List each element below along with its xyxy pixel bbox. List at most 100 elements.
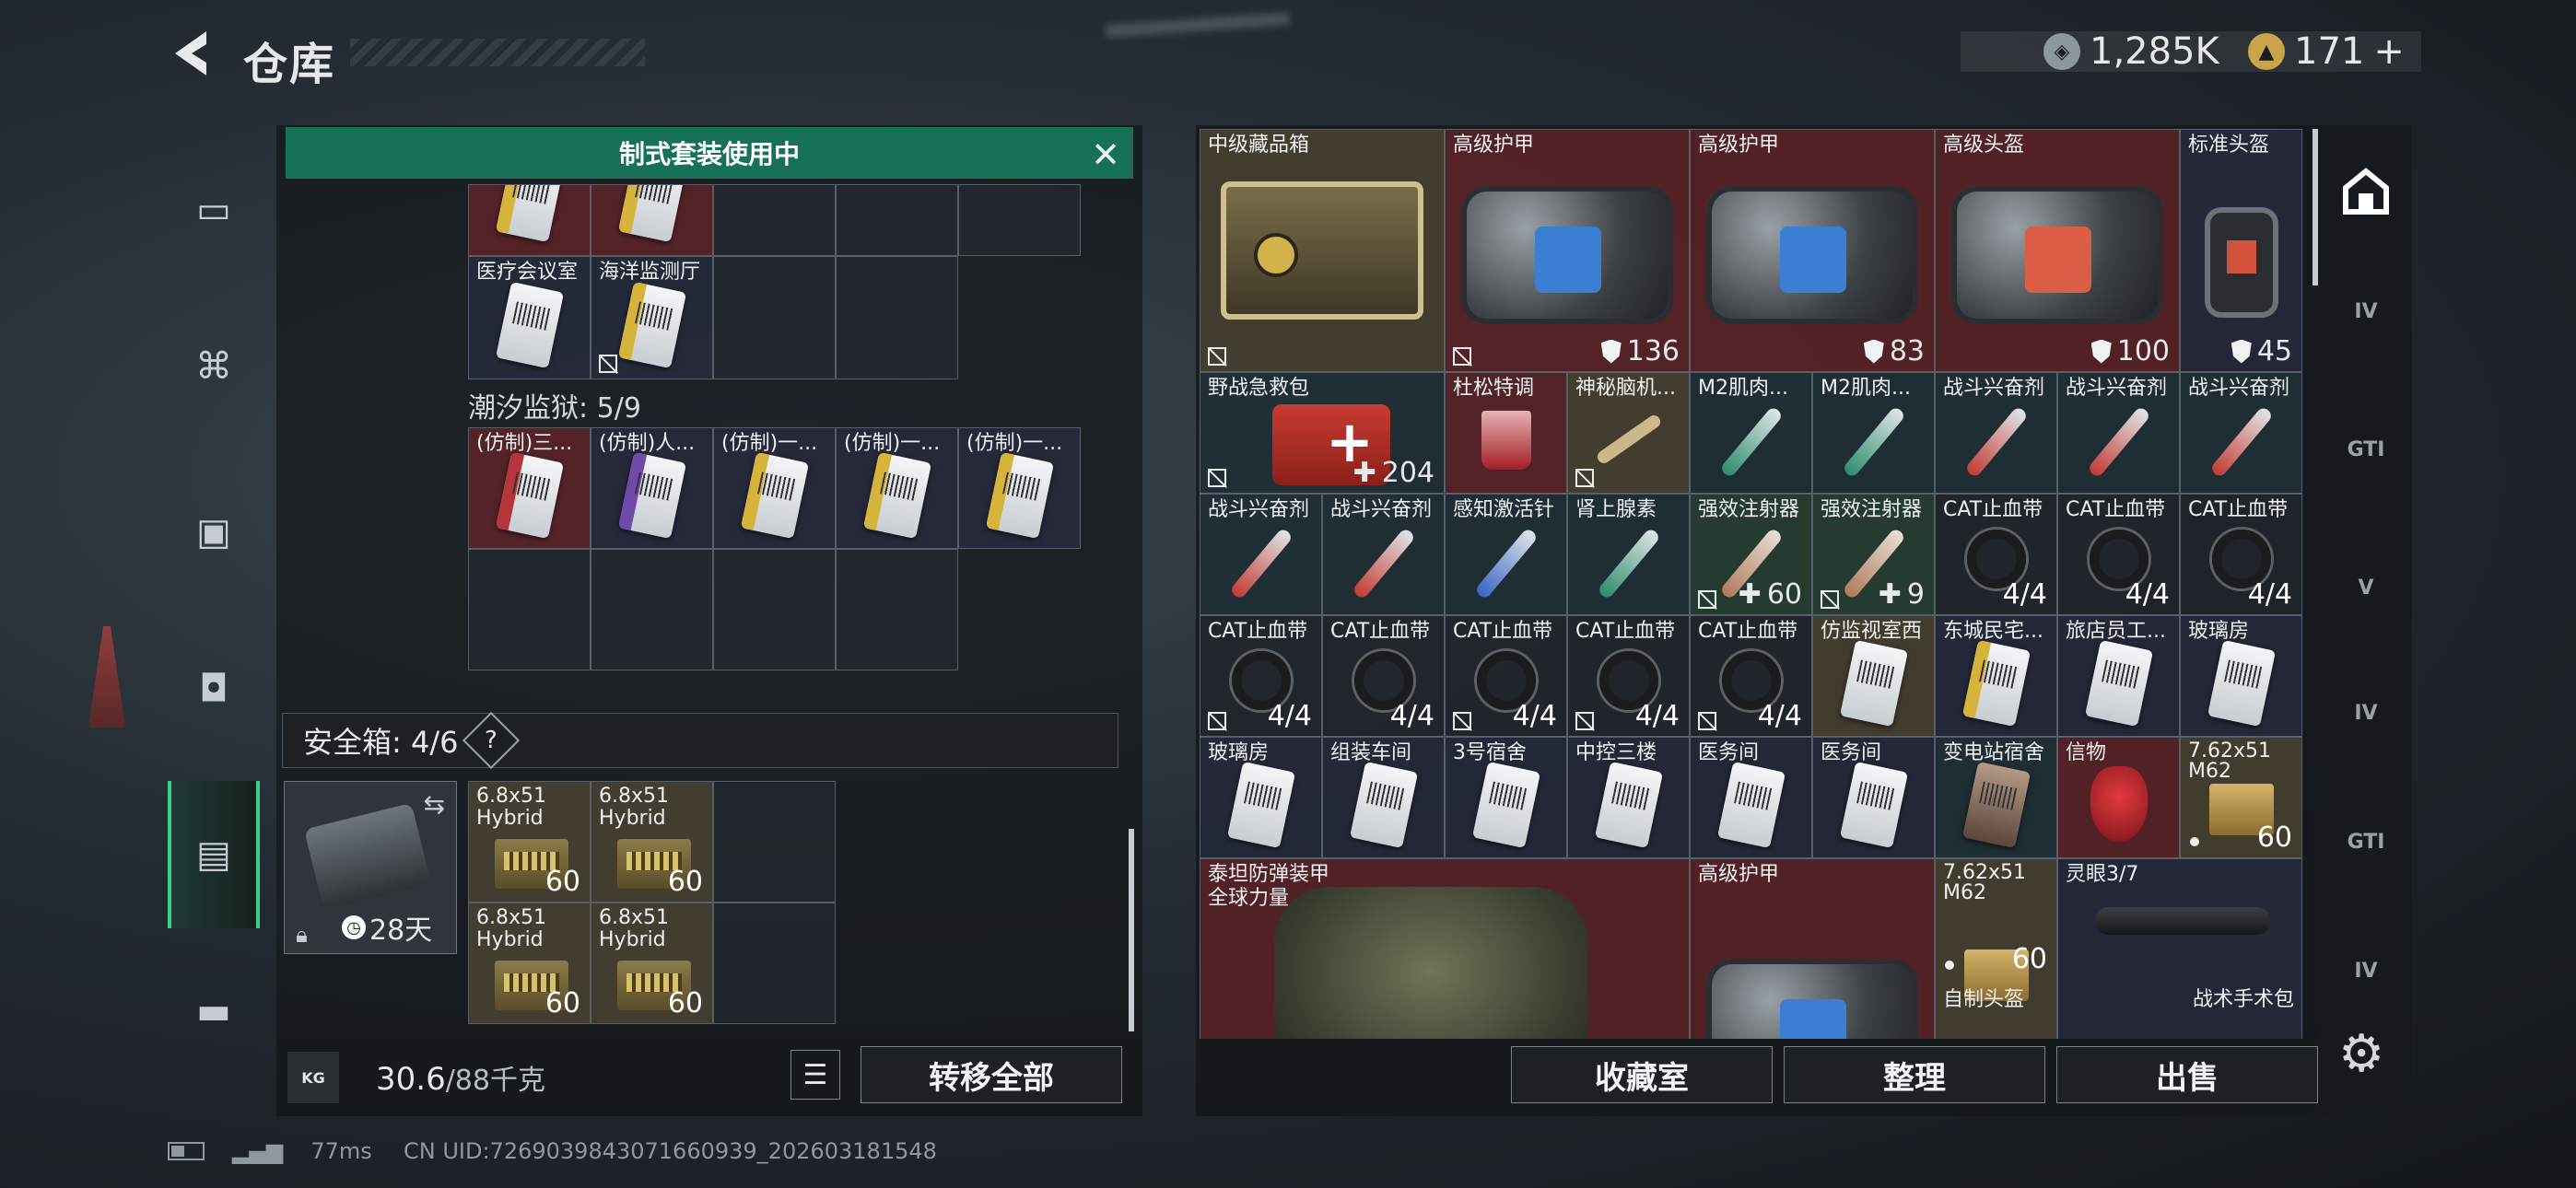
battery-icon (168, 1142, 205, 1160)
item-slot[interactable]: 7.62x51 M62 60 (2180, 737, 2302, 858)
item-slot[interactable]: 杜松特调 (1445, 372, 1567, 494)
container-tab[interactable]: V (2320, 532, 2412, 643)
card-slot[interactable] (468, 184, 591, 256)
nav-backpack[interactable]: ▣ (168, 477, 260, 588)
item-slot[interactable]: 强效注射器 ✚ 60 (1690, 494, 1812, 615)
item-slot[interactable]: 高级护甲 83 (1690, 129, 1935, 372)
item-slot[interactable]: 高级头盔 100 (1935, 129, 2180, 372)
item-slot[interactable]: 战斗兴奋剂 (1200, 494, 1322, 615)
empty-slot[interactable] (836, 549, 958, 670)
key-card-icon (495, 451, 564, 539)
back-icon[interactable] (166, 26, 217, 81)
transfer-all-button[interactable]: 转移全部 (861, 1046, 1122, 1103)
container-tab[interactable]: IV (2320, 658, 2412, 768)
swap-icon[interactable]: ⇆ (424, 789, 445, 820)
item-slot[interactable]: 强效注射器 ✚ 9 (1812, 494, 1935, 615)
item-slot[interactable]: CAT止血带 4/4 (1935, 494, 2057, 615)
close-icon[interactable]: ✕ (1091, 134, 1120, 175)
empty-slot[interactable] (713, 781, 836, 903)
item-slot[interactable]: 战斗兴奋剂 (2180, 372, 2302, 494)
sort-button[interactable]: 整理 (1784, 1046, 2045, 1103)
nav-vest[interactable]: ⌘ (168, 311, 260, 422)
prison-card[interactable]: (仿制)三... (468, 427, 591, 549)
item-slot[interactable]: 玻璃房 (1200, 737, 1322, 858)
empty-slot[interactable] (836, 256, 958, 379)
empty-slot[interactable] (713, 549, 836, 670)
safebox-case[interactable]: ⇆ 🔒︎ ◷ 28天 (284, 781, 457, 954)
not-found-icon (1575, 469, 1594, 487)
empty-slot[interactable] (591, 549, 713, 670)
case-icon (303, 802, 432, 911)
item-slot[interactable]: 信物 (2057, 737, 2180, 858)
nav-bag[interactable]: ◘ (168, 634, 260, 744)
container-tab[interactable]: GTI (2320, 786, 2412, 897)
item-slot[interactable]: 标准头盔 45 (2180, 129, 2302, 372)
item-slot[interactable]: 肾上腺素 (1567, 494, 1690, 615)
item-slot[interactable]: 玻璃房 (2180, 615, 2302, 737)
card-slot[interactable]: 医疗会议室 (468, 256, 591, 379)
card-slot[interactable]: 海洋监测厅 (591, 256, 713, 379)
item-slot[interactable]: 医务间 (1812, 737, 1935, 858)
item-slot[interactable]: CAT止血带 4/4 (1445, 615, 1567, 737)
ammo-slot[interactable]: 6.8x51 Hybrid 60 (468, 781, 591, 903)
banner-text: 制式套装使用中 (618, 139, 800, 169)
not-found-icon (1821, 590, 1839, 609)
nav-stash[interactable]: ▤ (168, 781, 260, 928)
item-slot[interactable]: M2肌肉... (1690, 372, 1812, 494)
prison-card[interactable]: (仿制)一... (836, 427, 958, 549)
prison-card[interactable]: (仿制)人... (591, 427, 713, 549)
item-slot[interactable]: 东城民宅... (1935, 615, 2057, 737)
empty-slot[interactable] (713, 184, 836, 256)
item-name: 东城民宅... (1943, 620, 2043, 643)
sell-button[interactable]: 出售 (2056, 1046, 2318, 1103)
container-tab[interactable]: GTI (2320, 394, 2412, 505)
ammo-count: 60 (667, 987, 703, 1019)
item-slot[interactable]: 高级护甲 136 (1445, 129, 1690, 372)
item-slot[interactable]: 感知激活针 (1445, 494, 1567, 615)
item-slot[interactable]: 旅店员工... (2057, 615, 2180, 737)
nav-briefcase[interactable]: ▬ (168, 956, 260, 1066)
item-slot[interactable]: 仿监视室西 (1812, 615, 1935, 737)
item-slot[interactable]: CAT止血带 4/4 (1690, 615, 1812, 737)
empty-slot[interactable] (836, 184, 958, 256)
ammo-slot[interactable]: 6.8x51 Hybrid 60 (591, 903, 713, 1024)
item-slot[interactable]: CAT止血带 4/4 (1200, 615, 1322, 737)
currency-gold[interactable]: ▲ 171 + (2248, 28, 2405, 76)
left-scrollbar[interactable] (1129, 829, 1134, 1031)
list-view-button[interactable]: ☰ (790, 1050, 840, 1100)
help-button[interactable]: ? (463, 711, 521, 770)
item-slot[interactable]: 中级藏品箱 (1200, 129, 1445, 372)
right-scrollbar[interactable] (2313, 129, 2318, 285)
item-slot[interactable]: 战斗兴奋剂 (1935, 372, 2057, 494)
item-slot[interactable]: CAT止血带 4/4 (1322, 615, 1445, 737)
item-slot[interactable]: CAT止血带 4/4 (1567, 615, 1690, 737)
ammo-slot[interactable]: 6.8x51 Hybrid 60 (591, 781, 713, 903)
item-slot[interactable]: 变电站宿舍 (1935, 737, 2057, 858)
nav-weapons[interactable]: ▭ (168, 155, 260, 265)
container-tab-main[interactable] (2320, 136, 2412, 247)
prison-card[interactable]: (仿制)一... (713, 427, 836, 549)
settings-gear-icon[interactable]: ⚙ (2338, 1024, 2384, 1084)
card-slot[interactable] (591, 184, 713, 256)
item-slot[interactable]: 战斗兴奋剂 (2057, 372, 2180, 494)
collection-room-button[interactable]: 收藏室 (1511, 1046, 1773, 1103)
container-tab[interactable]: IV (2320, 256, 2412, 367)
item-slot[interactable]: 战斗兴奋剂 (1322, 494, 1445, 615)
add-currency-icon[interactable]: + (2373, 30, 2405, 73)
item-slot[interactable]: 3号宿舍 (1445, 737, 1567, 858)
item-slot[interactable]: 组装车间 (1322, 737, 1445, 858)
prison-card[interactable]: (仿制)一... (958, 427, 1081, 549)
empty-slot[interactable] (468, 549, 591, 670)
empty-slot[interactable] (713, 256, 836, 379)
item-slot[interactable]: 医务间 (1690, 737, 1812, 858)
ammo-slot[interactable]: 6.8x51 Hybrid 60 (468, 903, 591, 1024)
empty-slot[interactable] (958, 184, 1081, 256)
item-slot[interactable]: 中控三楼 (1567, 737, 1690, 858)
item-slot[interactable]: 野战急救包 ✚204 (1200, 372, 1445, 494)
item-slot[interactable]: CAT止血带 4/4 (2180, 494, 2302, 615)
item-slot[interactable]: M2肌肉... (1812, 372, 1935, 494)
container-tab[interactable]: IV (2320, 915, 2412, 1026)
empty-slot[interactable] (713, 903, 836, 1024)
item-slot[interactable]: CAT止血带 4/4 (2057, 494, 2180, 615)
item-slot[interactable]: 神秘脑机... (1567, 372, 1690, 494)
